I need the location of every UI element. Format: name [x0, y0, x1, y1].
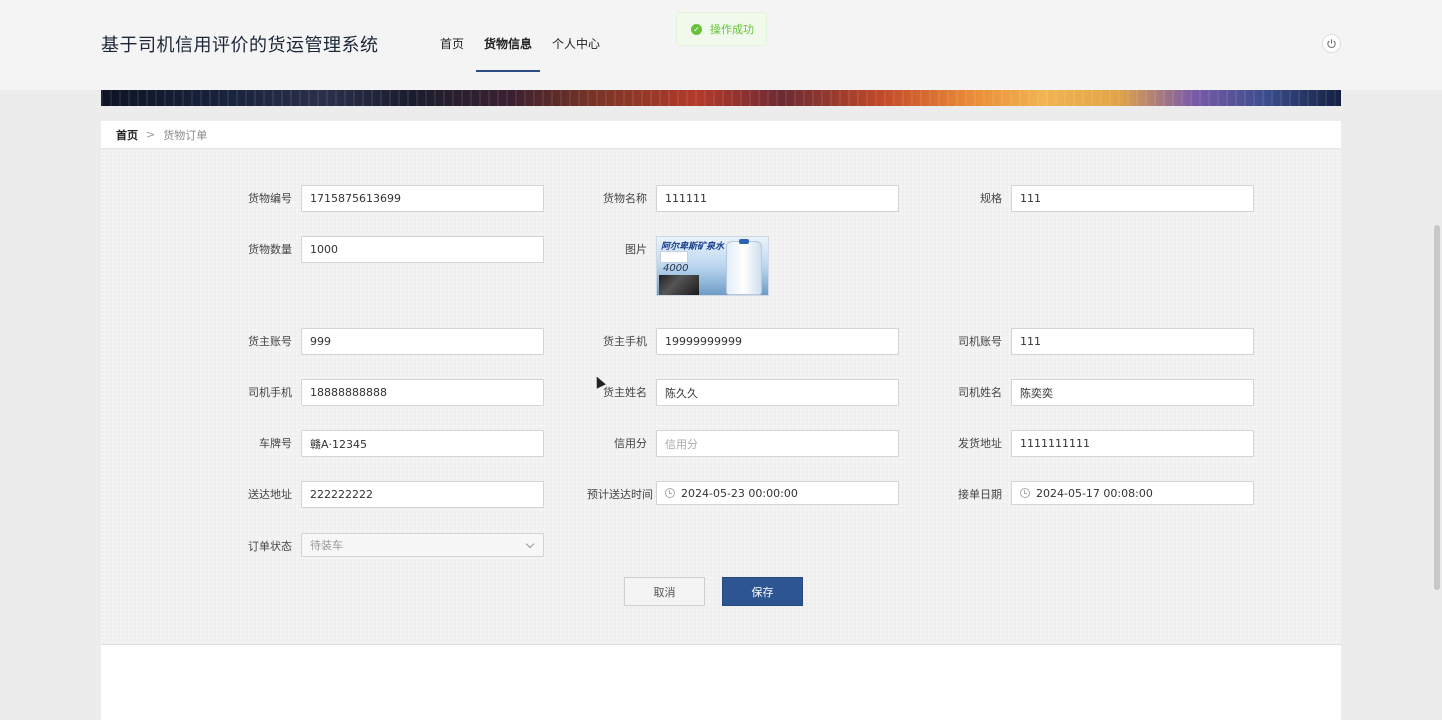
label-owner-account: 货主账号: [248, 335, 292, 348]
field-driver-phone: 司机手机 18888888888: [232, 379, 544, 406]
label-image: 图片: [625, 243, 647, 256]
field-owner-phone: 货主手机 19999999999: [587, 328, 899, 355]
field-credit: 信用分 信用分: [587, 430, 899, 457]
field-driver-name: 司机姓名 陈奕奕: [942, 379, 1254, 406]
label-plate: 车牌号: [259, 437, 292, 450]
power-icon: [1327, 39, 1336, 49]
label-ship-address: 发货地址: [958, 437, 1002, 450]
save-button[interactable]: 保存: [722, 577, 803, 606]
quantity-input[interactable]: 1000: [301, 236, 544, 263]
field-accept-date: 接单日期 2024-05-17 00:08:00: [942, 481, 1254, 505]
delivery-address-input[interactable]: 222222222: [301, 481, 544, 508]
field-quantity: 货物数量 1000: [232, 236, 544, 263]
cancel-button[interactable]: 取消: [624, 577, 705, 606]
breadcrumb-home[interactable]: 首页: [116, 127, 138, 143]
driver-name-input[interactable]: 陈奕奕: [1011, 379, 1254, 406]
nav-personal-center[interactable]: 个人中心: [542, 0, 610, 72]
label-status: 订单状态: [248, 540, 292, 553]
banner-image: [101, 90, 1341, 106]
goods-image[interactable]: 阿尔卑斯矿泉水 4000: [656, 236, 769, 296]
owner-phone-input[interactable]: 19999999999: [656, 328, 899, 355]
driver-phone-input[interactable]: 18888888888: [301, 379, 544, 406]
check-circle-icon: ✓: [691, 23, 702, 35]
app-title: 基于司机信用评价的货运管理系统: [101, 35, 379, 56]
label-eta: 预计送达时间: [587, 488, 653, 501]
accept-date-value: 2024-05-17 00:08:00: [1036, 486, 1153, 500]
field-status: 订单状态 待装车: [232, 533, 544, 557]
bottle-graphic: [726, 239, 762, 295]
goods-name-input[interactable]: 111111: [656, 185, 899, 212]
label-accept-date: 接单日期: [958, 488, 1002, 501]
field-goods-name: 货物名称 111111: [587, 185, 899, 212]
nav-goods-info[interactable]: 货物信息: [474, 0, 542, 72]
page-scrollbar[interactable]: [1434, 225, 1440, 590]
field-eta: 预计送达时间 2024-05-23 00:00:00: [587, 481, 899, 505]
label-credit: 信用分: [614, 437, 647, 450]
field-plate: 车牌号 赣A·12345: [232, 430, 544, 457]
goods-no-input[interactable]: 1715875613699: [301, 185, 544, 212]
clock-icon: [1020, 488, 1030, 498]
field-delivery-address: 送达地址 222222222: [232, 481, 544, 508]
image-sub-text: 4000: [663, 263, 689, 274]
driver-account-input[interactable]: 111: [1011, 328, 1254, 355]
label-driver-phone: 司机手机: [248, 386, 292, 399]
breadcrumb-separator: >: [146, 128, 156, 141]
label-driver-account: 司机账号: [958, 335, 1002, 348]
label-spec: 规格: [980, 192, 1002, 205]
label-goods-name: 货物名称: [603, 192, 647, 205]
accept-date-picker[interactable]: 2024-05-17 00:08:00: [1011, 481, 1254, 505]
field-driver-account: 司机账号 111: [942, 328, 1254, 355]
label-quantity: 货物数量: [248, 243, 292, 256]
owner-account-input[interactable]: 999: [301, 328, 544, 355]
content-footer-area: [101, 645, 1341, 720]
eta-datetime-picker[interactable]: 2024-05-23 00:00:00: [656, 481, 899, 505]
field-spec: 规格 111: [942, 185, 1254, 212]
image-photo-patch: [659, 275, 699, 295]
field-ship-address: 发货地址 1111111111: [942, 430, 1254, 457]
ship-address-input[interactable]: 1111111111: [1011, 430, 1254, 457]
breadcrumb: 首页 > 货物订单: [101, 121, 1341, 149]
owner-name-input[interactable]: 陈久久: [656, 379, 899, 406]
logout-button[interactable]: [1322, 34, 1341, 53]
credit-input[interactable]: 信用分: [656, 430, 899, 457]
plate-input[interactable]: 赣A·12345: [301, 430, 544, 457]
success-toast: ✓ 操作成功: [676, 12, 767, 46]
field-owner-account: 货主账号 999: [232, 328, 544, 355]
label-driver-name: 司机姓名: [958, 386, 1002, 399]
nav-home[interactable]: 首页: [430, 0, 474, 72]
image-label-patch: [660, 251, 688, 263]
field-goods-no: 货物编号 1715875613699: [232, 185, 544, 212]
toast-text: 操作成功: [710, 23, 754, 36]
label-goods-no: 货物编号: [248, 192, 292, 205]
label-delivery-address: 送达地址: [248, 488, 292, 501]
label-owner-phone: 货主手机: [603, 335, 647, 348]
main-nav: 首页 货物信息 个人中心: [430, 0, 610, 72]
spec-input[interactable]: 111: [1011, 185, 1254, 212]
status-select[interactable]: 待装车: [301, 533, 544, 557]
status-value: 待装车: [310, 539, 343, 552]
chevron-down-icon: [525, 539, 535, 548]
eta-value: 2024-05-23 00:00:00: [681, 486, 798, 500]
clock-icon: [665, 488, 675, 498]
field-image: 图片 阿尔卑斯矿泉水 4000: [587, 236, 769, 296]
breadcrumb-current: 货物订单: [163, 128, 208, 142]
field-owner-name: 货主姓名 陈久久: [587, 379, 899, 406]
